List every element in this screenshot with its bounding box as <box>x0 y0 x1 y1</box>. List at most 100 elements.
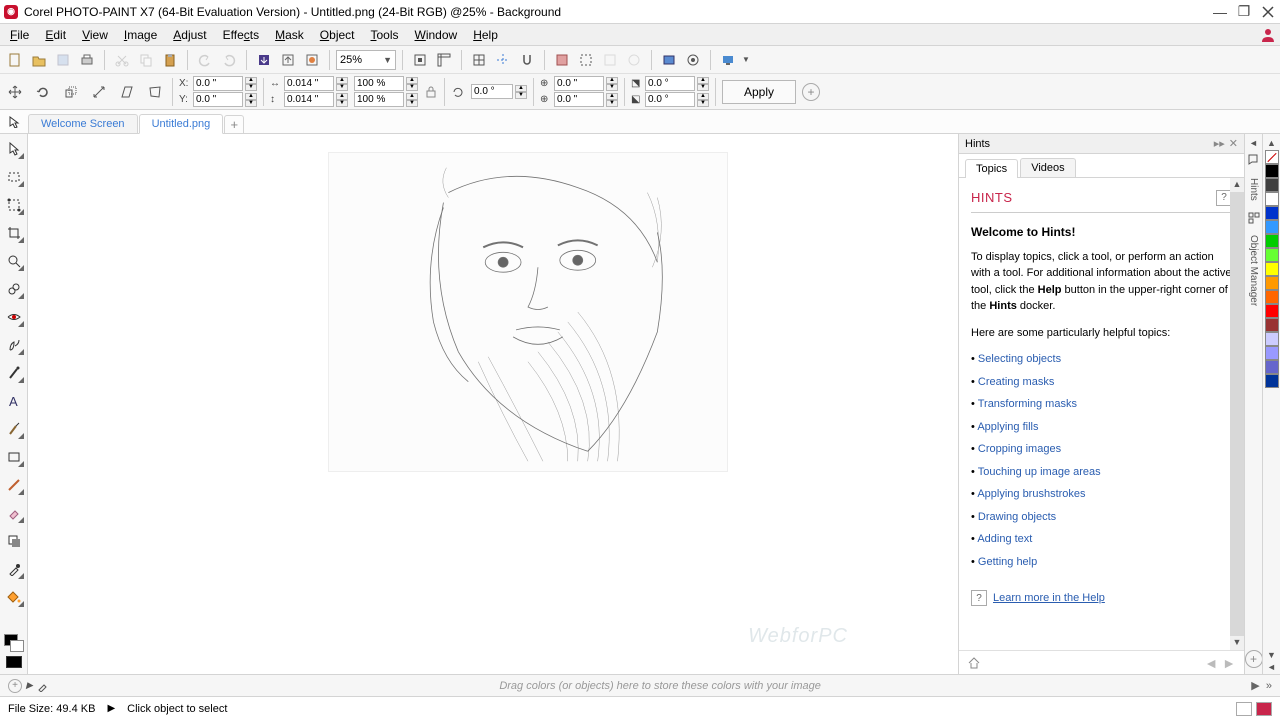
invert-mask-button[interactable] <box>623 49 645 71</box>
sy-input[interactable]: 100 % <box>354 92 404 107</box>
scroll-down-button[interactable]: ▼ <box>1230 636 1244 650</box>
color-swatch[interactable] <box>1265 276 1279 290</box>
save-button[interactable] <box>52 49 74 71</box>
color-swatch[interactable] <box>1265 374 1279 388</box>
color-swatch[interactable] <box>1265 332 1279 346</box>
menu-adjust[interactable]: Adjust <box>165 26 214 44</box>
hints-topic-link[interactable]: Applying fills <box>977 421 1038 433</box>
cx-input[interactable]: 0.0 " <box>554 76 604 91</box>
cy-input[interactable]: 0.0 " <box>554 92 604 107</box>
mask-rect-tool[interactable] <box>3 166 25 188</box>
status-play-icon[interactable]: ▶ <box>107 703 115 714</box>
foreground-background-colors[interactable] <box>4 634 24 652</box>
hints-topic-link[interactable]: Adding text <box>977 533 1032 545</box>
hints-topic-link[interactable]: Creating masks <box>978 376 1054 388</box>
clone-tool[interactable] <box>3 278 25 300</box>
palette-expand[interactable]: » <box>1266 680 1272 692</box>
hints-scrollbar[interactable]: ▲ ▼ <box>1230 178 1244 650</box>
maximize-button[interactable]: ❐ <box>1232 3 1256 21</box>
menu-view[interactable]: View <box>74 26 116 44</box>
status-color-proof[interactable] <box>1236 702 1252 716</box>
app-launcher-button[interactable] <box>717 49 739 71</box>
mask-marque-button[interactable] <box>575 49 597 71</box>
zoom-level-combo[interactable]: 25%▼ <box>336 50 396 70</box>
side-tab-hints[interactable]: Hints <box>1247 174 1260 205</box>
document-canvas[interactable] <box>328 152 728 472</box>
hints-topic-link[interactable]: Drawing objects <box>978 511 1056 523</box>
color-swatch[interactable] <box>1265 290 1279 304</box>
apply-button[interactable]: Apply <box>722 80 796 104</box>
hints-topic-link[interactable]: Touching up image areas <box>978 466 1101 478</box>
sx-input[interactable]: 100 % <box>354 76 404 91</box>
no-color-swatch[interactable] <box>1265 150 1279 164</box>
color-swatch[interactable] <box>1265 346 1279 360</box>
undo-button[interactable] <box>194 49 216 71</box>
y-input[interactable]: 0.0 " <box>193 92 243 107</box>
hints-forward-button[interactable]: ► <box>1222 655 1236 671</box>
close-button[interactable] <box>1256 3 1280 21</box>
palette-down-button[interactable]: ▼ <box>1267 650 1276 662</box>
hints-topic-link[interactable]: Cropping images <box>978 443 1061 455</box>
hints-back-button[interactable]: ◄ <box>1204 655 1218 671</box>
options-button[interactable] <box>682 49 704 71</box>
hints-tab-videos[interactable]: Videos <box>1020 158 1075 177</box>
menu-tools[interactable]: Tools <box>363 26 407 44</box>
paste-button[interactable] <box>159 49 181 71</box>
show-rulers-button[interactable] <box>433 49 455 71</box>
fill-tool[interactable] <box>3 586 25 608</box>
add-color-button[interactable]: + <box>8 679 22 693</box>
minimize-button[interactable]: — <box>1208 3 1232 21</box>
zoom-tool[interactable] <box>3 250 25 272</box>
color-swatch[interactable] <box>1265 178 1279 192</box>
copy-button[interactable] <box>135 49 157 71</box>
add-docker-button[interactable]: + <box>1245 650 1263 668</box>
show-grid-button[interactable] <box>468 49 490 71</box>
import-button[interactable] <box>253 49 275 71</box>
add-tab-button[interactable]: + <box>224 115 244 133</box>
hints-tab-topics[interactable]: Topics <box>965 159 1018 178</box>
scroll-thumb[interactable] <box>1230 192 1244 636</box>
mask-overlay-button[interactable] <box>551 49 573 71</box>
menu-help[interactable]: Help <box>465 26 506 44</box>
tab-welcome[interactable]: Welcome Screen <box>28 114 138 133</box>
hints-topic-link[interactable]: Applying brushstrokes <box>977 488 1085 500</box>
effect-tool[interactable] <box>3 362 25 384</box>
color-swatch[interactable] <box>1265 318 1279 332</box>
color-swatch[interactable] <box>1265 206 1279 220</box>
color-swatch[interactable] <box>1265 248 1279 262</box>
color-swatch[interactable] <box>1265 234 1279 248</box>
mask-transform-tool[interactable] <box>3 194 25 216</box>
color-swatch[interactable] <box>1265 220 1279 234</box>
eyedropper-small-icon[interactable] <box>37 680 49 692</box>
pick-tool[interactable] <box>3 138 25 160</box>
sky-input[interactable]: 0.0 ° <box>645 92 695 107</box>
eraser-tool[interactable] <box>3 502 25 524</box>
x-input[interactable]: 0.0 " <box>193 76 243 91</box>
add-preset-button[interactable]: + <box>802 83 820 101</box>
pick-tool-icon[interactable] <box>8 116 20 128</box>
color-swatch[interactable] <box>1265 164 1279 178</box>
menu-effects[interactable]: Effects <box>215 26 267 44</box>
object-manager-icon[interactable] <box>1247 211 1261 225</box>
publish-button[interactable] <box>301 49 323 71</box>
hints-topic-link[interactable]: Selecting objects <box>978 353 1061 365</box>
print-button[interactable] <box>76 49 98 71</box>
docker-close-button[interactable]: ✕ <box>1229 137 1238 150</box>
learn-more-link[interactable]: Learn more in the Help <box>993 590 1105 607</box>
skx-input[interactable]: 0.0 ° <box>645 76 695 91</box>
rotation-input[interactable]: 0.0 ° <box>471 84 513 99</box>
hints-docker-icon[interactable] <box>1247 154 1261 168</box>
palette-up-button[interactable]: ▲ <box>1267 138 1276 150</box>
status-color-fill[interactable] <box>1256 702 1272 716</box>
home-icon[interactable] <box>967 656 981 670</box>
fullscreen-button[interactable] <box>409 49 431 71</box>
color-swatch[interactable] <box>1265 192 1279 206</box>
red-eye-tool[interactable] <box>3 306 25 328</box>
text-tool[interactable]: A <box>3 390 25 412</box>
app-launcher-dropdown[interactable]: ▼ <box>741 55 751 64</box>
scroll-up-button[interactable]: ▲ <box>1230 178 1244 192</box>
export-button[interactable] <box>277 49 299 71</box>
color-swatch[interactable] <box>1265 304 1279 318</box>
expand-dockers-button[interactable]: ◄ <box>1249 138 1258 148</box>
snap-button[interactable] <box>516 49 538 71</box>
